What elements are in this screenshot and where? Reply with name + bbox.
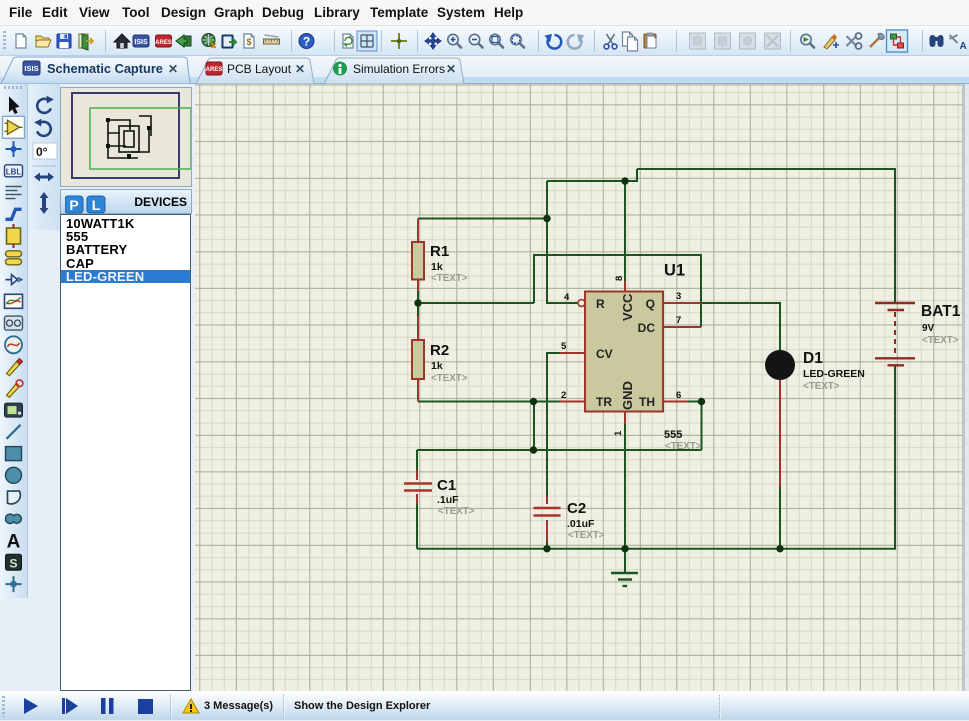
svg-text:C2: C2	[567, 500, 586, 517]
svg-text:DC: DC	[638, 321, 656, 335]
svg-text:U1: U1	[664, 262, 685, 280]
svg-text:?: ?	[303, 35, 310, 49]
svg-text:4: 4	[564, 292, 570, 303]
svg-text:<TEXT>: <TEXT>	[803, 381, 840, 392]
svg-text:LBL: LBL	[6, 167, 22, 176]
svg-text:✕: ✕	[295, 62, 305, 76]
svg-text:<TEXT>: <TEXT>	[665, 441, 702, 452]
svg-text:5: 5	[561, 341, 567, 352]
svg-text:GND: GND	[620, 381, 635, 410]
svg-text:ARES: ARES	[155, 40, 172, 46]
svg-text:1k: 1k	[431, 360, 443, 372]
svg-text:Q: Q	[646, 297, 655, 311]
svg-text:ISIS: ISIS	[24, 64, 38, 73]
svg-text:ARES: ARES	[206, 67, 223, 73]
svg-text:CV: CV	[596, 347, 613, 361]
svg-text:8: 8	[614, 276, 625, 281]
svg-text:✕: ✕	[168, 62, 178, 76]
svg-text:0°: 0°	[36, 145, 48, 159]
svg-text:VCC: VCC	[620, 293, 635, 321]
svg-text:9V: 9V	[922, 323, 935, 334]
svg-text:✕: ✕	[446, 62, 456, 76]
svg-text:A: A	[960, 41, 967, 52]
svg-text:R1: R1	[430, 243, 449, 260]
svg-text:TH: TH	[639, 395, 655, 409]
svg-text:7: 7	[676, 315, 681, 326]
svg-text:Simulation Errors: Simulation Errors	[353, 62, 445, 76]
svg-text:2: 2	[561, 390, 566, 401]
svg-text:D1: D1	[803, 350, 823, 367]
svg-text:<TEXT>: <TEXT>	[568, 530, 605, 541]
svg-text:LED-GREEN: LED-GREEN	[803, 368, 865, 380]
svg-text:TR: TR	[596, 395, 612, 409]
svg-text:BAT1: BAT1	[921, 303, 961, 320]
svg-text:1: 1	[613, 430, 624, 436]
svg-text:.1uF: .1uF	[437, 494, 459, 506]
svg-text:C1: C1	[437, 477, 456, 494]
svg-text:1k: 1k	[431, 261, 443, 273]
svg-text:<TEXT>: <TEXT>	[922, 335, 959, 346]
svg-text:<TEXT>: <TEXT>	[431, 373, 468, 384]
svg-text:R2: R2	[430, 342, 449, 359]
svg-text:A: A	[7, 532, 21, 553]
svg-text:PCB Layout: PCB Layout	[227, 62, 292, 76]
svg-text:R: R	[596, 297, 605, 311]
svg-text:555: 555	[664, 429, 682, 441]
svg-text:.01uF: .01uF	[567, 518, 595, 530]
svg-text:3: 3	[676, 291, 681, 302]
svg-text:<TEXT>: <TEXT>	[438, 506, 475, 517]
svg-text:6: 6	[676, 390, 681, 401]
svg-text:<TEXT>: <TEXT>	[431, 273, 468, 284]
svg-text:S: S	[9, 556, 17, 570]
svg-text:Schematic Capture: Schematic Capture	[47, 61, 163, 76]
svg-text:$: $	[246, 37, 251, 47]
svg-text:ISIS: ISIS	[134, 39, 148, 46]
